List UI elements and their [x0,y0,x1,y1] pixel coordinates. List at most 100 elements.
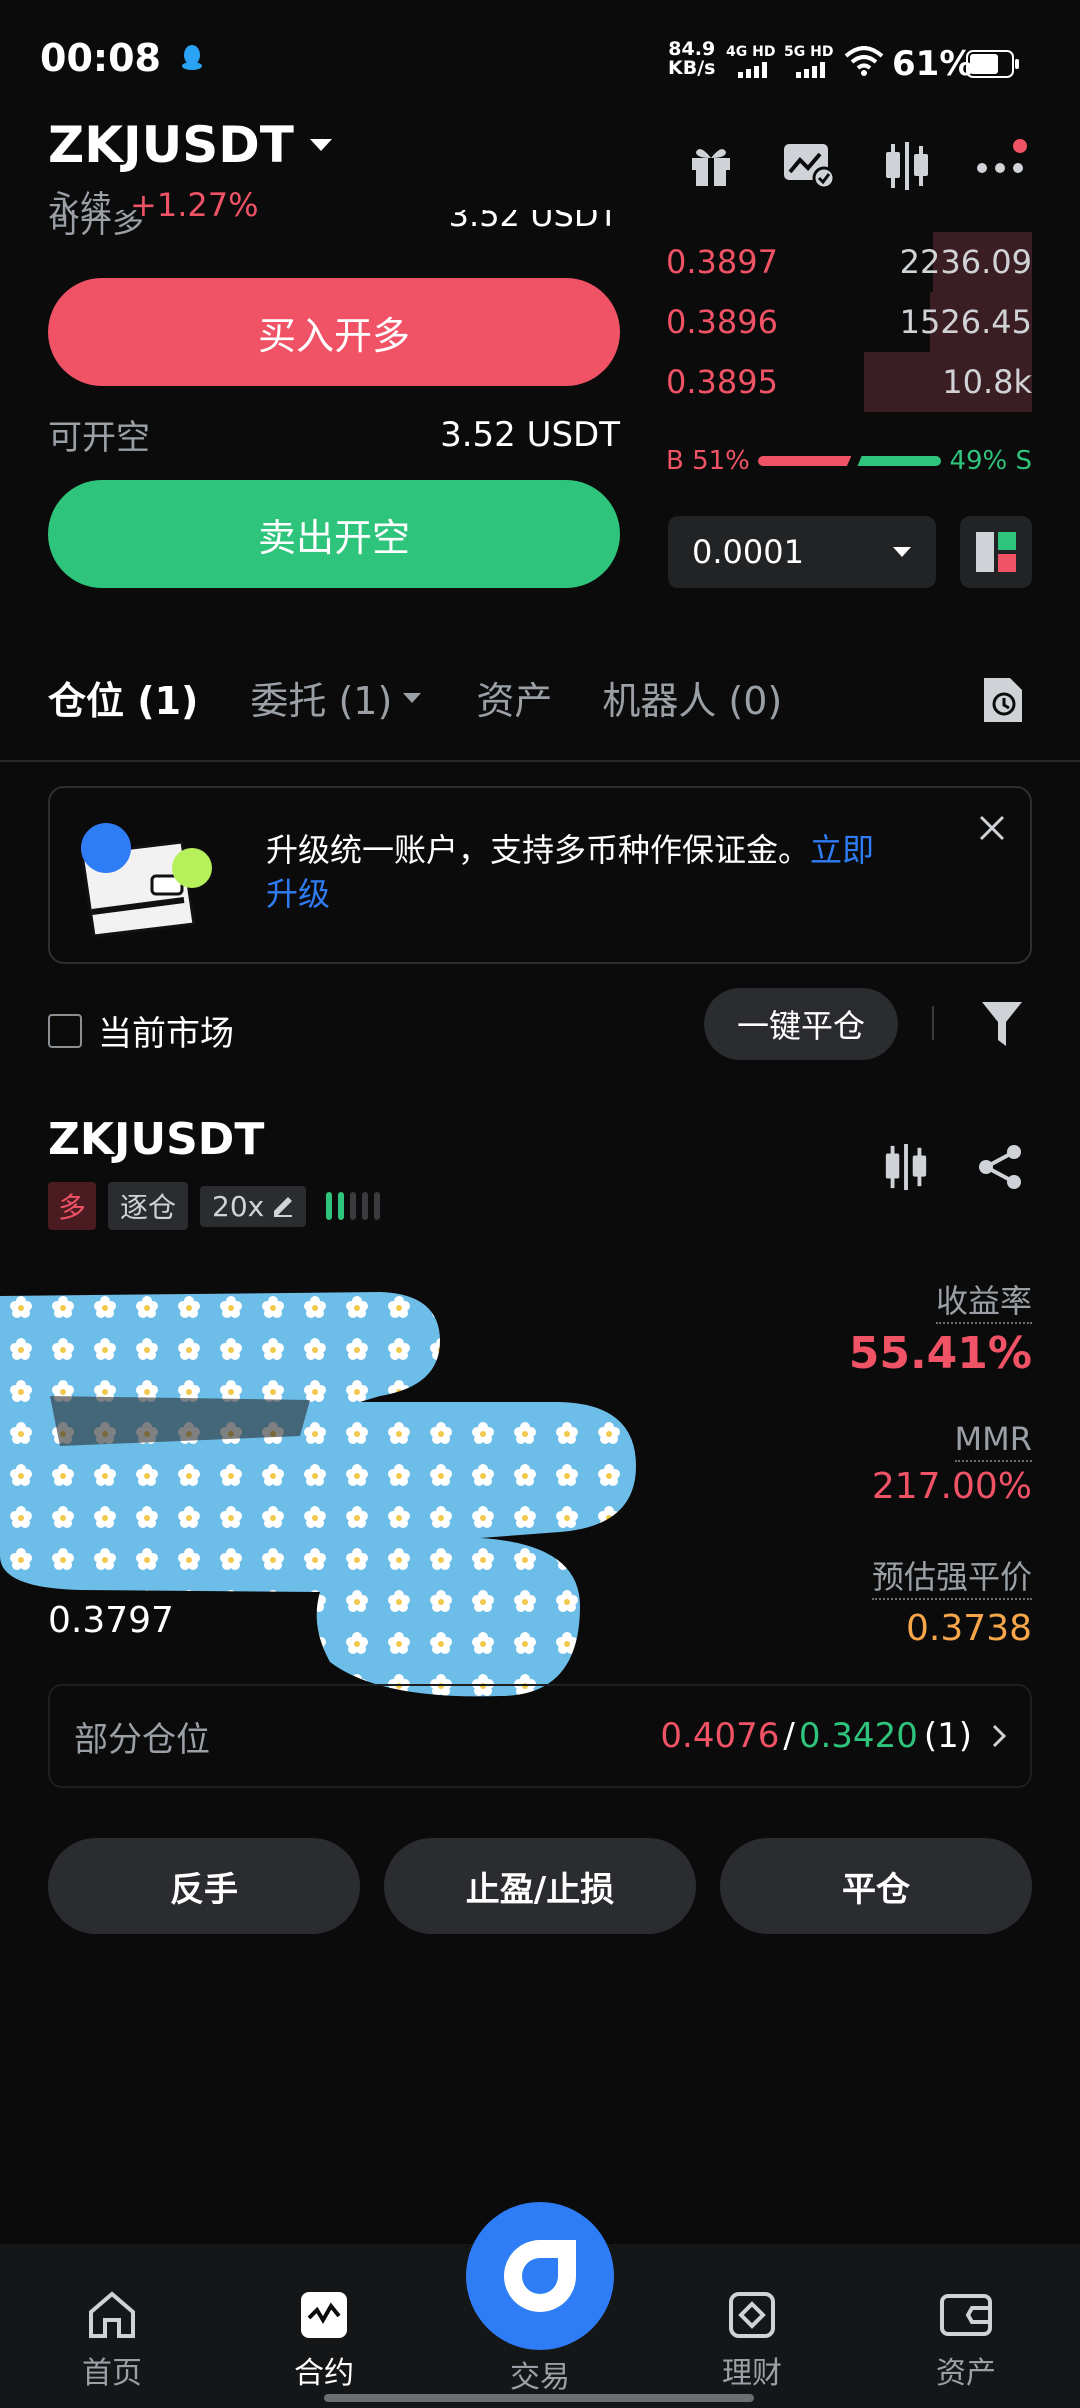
partial-position-row[interactable]: 部分仓位 0.4076 / 0.3420 (1) [48,1684,1032,1788]
close-icon[interactable] [978,814,1006,842]
liq-label: 预估强平价 [871,1558,1032,1600]
tab-orders[interactable]: 委托 (1) [250,670,422,725]
nav-assets[interactable]: 资产 [926,2290,1006,2392]
pair-selector[interactable]: ZKJUSDT [48,116,334,174]
sell-short-button[interactable]: 卖出开空 [48,480,620,588]
wifi-icon [844,46,884,76]
net-speed: 84.9 KB/s [668,40,715,78]
divider [932,1006,934,1040]
ask-qty: 10.8k [942,363,1032,401]
upgrade-banner[interactable]: 升级统一账户，支持多币种作保证金。立即 升级 [48,786,1032,964]
trade-logo-icon [498,2234,582,2318]
roe-value: 55.41% [848,1328,1032,1379]
s-ratio-label: 49% S [949,446,1032,476]
chevron-right-icon [992,1724,1006,1748]
nav-assets-label: 资产 [936,2356,996,2391]
side-badge: 多 [48,1182,97,1230]
candlestick-icon[interactable] [882,140,932,192]
network-4g: 4G HD [726,44,776,60]
precision-select[interactable]: 0.0001 [668,516,936,588]
liq-value: 0.3738 [906,1608,1032,1649]
tab-orders-label: 委托 (1) [250,679,393,723]
tab-positions[interactable]: 仓位 (1) [48,670,198,725]
sell-ratio-bar [857,456,942,466]
battery-icon [966,50,1020,78]
trade-fab[interactable] [466,2202,614,2350]
net-speed-unit: KB/s [668,57,716,79]
upgrade-link[interactable]: 立即 [810,831,874,869]
b-ratio-label: B 51% [666,446,750,476]
position-tags: 多 逐仓 20x [48,1182,381,1230]
tpsl-button[interactable]: 止盈/止损 [384,1838,696,1934]
tab-assets[interactable]: 资产 [476,670,552,725]
nav-home-label: 首页 [82,2356,142,2391]
gift-icon[interactable] [686,140,736,190]
ask-row[interactable]: 0.3895 10.8k [666,352,1032,412]
earn-icon [727,2290,777,2340]
network-5g: 5G HD [784,44,834,60]
roe-label: 收益率 [935,1282,1032,1324]
pair-name: ZKJUSDT [48,116,294,174]
reverse-button[interactable]: 反手 [48,1838,360,1934]
tp-sl-summary: 0.4076 / 0.3420 (1) [660,1716,1006,1756]
nav-home[interactable]: 首页 [72,2290,152,2392]
tab-bots[interactable]: 机器人 (0) [602,670,782,725]
edit-icon [272,1195,294,1217]
ratio-bar [757,456,942,466]
triangle-down-icon [402,692,422,704]
current-market-checkbox[interactable] [48,1013,82,1048]
tab-bar: 仓位 (1) 委托 (1) 资产 机器人 (0) [48,670,782,725]
ask-row[interactable]: 0.3896 1526.45 [666,292,1032,352]
avail-long-label: 可开多 [48,210,145,240]
triangle-down-icon [308,137,334,153]
nav-futures[interactable]: 合约 [284,2290,364,2392]
nav-earn[interactable]: 理财 [712,2290,792,2392]
layout-toggle-icon[interactable] [960,516,1032,588]
ask-price: 0.3896 [666,303,778,341]
chart-settings-icon[interactable] [782,142,836,190]
wallet-icon [938,2290,994,2340]
precision-value: 0.0001 [692,533,804,571]
ask-price: 0.3897 [666,243,778,281]
ask-qty: 1526.45 [899,303,1032,341]
avail-long-value: 3.52 USDT [448,210,618,234]
mmr-label: MMR [954,1420,1032,1462]
banner-message: 升级统一账户，支持多币种作保证金。 [266,831,811,869]
signal-icon [738,62,774,78]
share-icon[interactable] [976,1142,1026,1192]
current-market-filter[interactable]: 当前市场 [48,1006,234,1055]
avail-short-value: 3.52 USDT [440,414,620,455]
wallet-illustration [72,812,222,942]
history-icon[interactable] [980,676,1024,724]
close-all-button[interactable]: 一键平仓 [704,988,898,1060]
buy-ratio-bar [757,456,852,466]
filter-icon[interactable] [980,1000,1024,1048]
mmr-value: 217.00% [871,1466,1032,1507]
more-icon[interactable] [976,136,1032,180]
adl-indicator [326,1192,381,1220]
position-symbol: ZKJUSDT [48,1114,265,1165]
candlestick-icon[interactable] [882,1142,930,1192]
tab-divider [0,760,1080,762]
avail-short-row: 可开空 3.52 USDT [48,410,620,459]
leverage-badge[interactable]: 20x [200,1185,307,1227]
leverage-value: 20x [212,1189,265,1223]
margin-mode-badge: 逐仓 [108,1182,189,1230]
tp-price: 0.4076 [660,1716,780,1756]
nav-trade-label[interactable]: 交易 [500,2352,580,2396]
upgrade-link-2[interactable]: 升级 [266,875,330,913]
current-market-label: 当前市场 [98,1014,234,1054]
order-count: (1) [923,1716,972,1756]
nav-futures-label: 合约 [294,2356,354,2391]
battery-percent: 61% [892,44,974,84]
avail-long-row: 可开多 3.52 USDT [48,210,618,246]
qq-icon [180,44,204,72]
close-position-button[interactable]: 平仓 [720,1838,1032,1934]
ask-row[interactable]: 0.3897 2236.09 [666,232,1032,292]
signal-icon [796,62,832,78]
triangle-down-icon [892,546,912,558]
buy-long-button[interactable]: 买入开多 [48,278,620,386]
order-book: 0.3897 2236.09 0.3896 1526.45 0.3895 10.8k [666,232,1032,412]
redaction-overlay [0,1286,640,1706]
futures-icon [299,2290,349,2340]
